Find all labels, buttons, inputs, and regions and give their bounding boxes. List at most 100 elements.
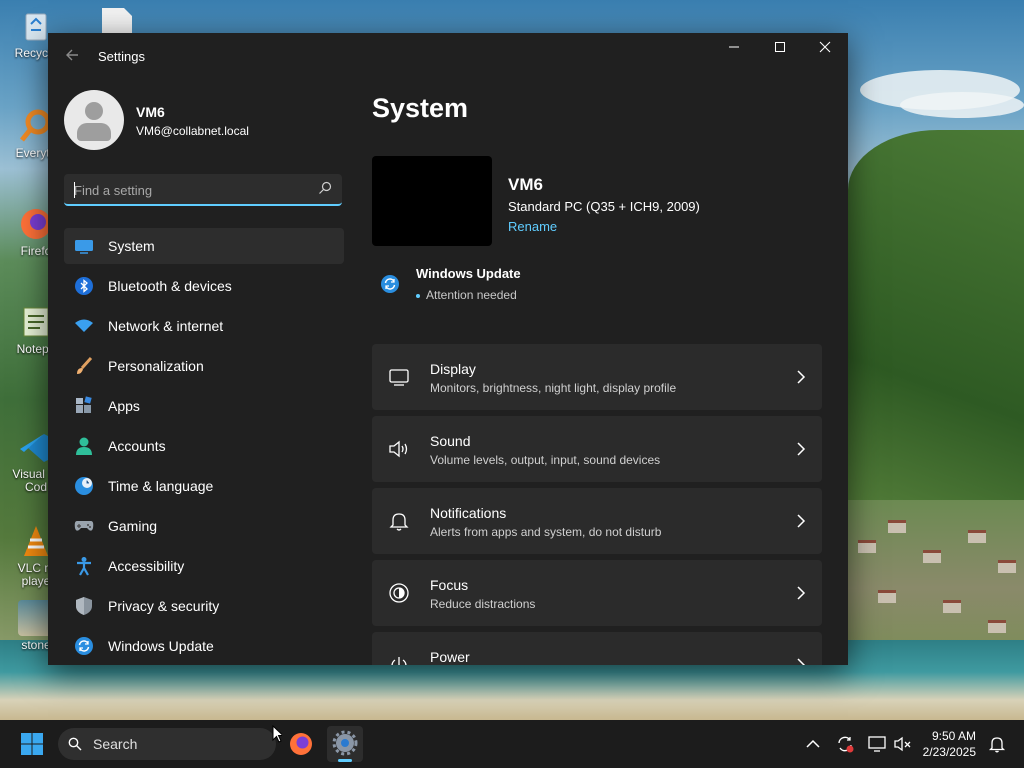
sidebar-item-label: Network & internet bbox=[108, 318, 224, 334]
sidebar-item-network[interactable]: Network & internet bbox=[64, 308, 344, 344]
chevron-right-icon bbox=[797, 658, 806, 665]
taskbar-search-label: Search bbox=[93, 736, 138, 752]
sidebar-item-label: System bbox=[108, 238, 155, 254]
status-dot bbox=[416, 293, 420, 298]
windows-update-icon[interactable] bbox=[380, 274, 400, 294]
minimize-button[interactable] bbox=[711, 33, 757, 65]
sidebar-item-label: Accounts bbox=[108, 438, 166, 454]
card-sound[interactable]: Sound Volume levels, output, input, soun… bbox=[372, 416, 822, 482]
sidebar-item-personalization[interactable]: Personalization bbox=[64, 348, 344, 384]
update-pending-icon[interactable] bbox=[835, 734, 855, 754]
focus-icon bbox=[389, 583, 409, 603]
sidebar-item-label: Bluetooth & devices bbox=[108, 278, 232, 294]
card-notifications[interactable]: Notifications Alerts from apps and syste… bbox=[372, 488, 822, 554]
power-icon bbox=[391, 657, 407, 665]
speaker-muted-icon[interactable] bbox=[893, 734, 913, 754]
sidebar-item-accessibility[interactable]: Accessibility bbox=[64, 548, 344, 584]
accessibility-icon bbox=[74, 556, 94, 576]
card-subtitle: Alerts from apps and system, do not dist… bbox=[430, 525, 662, 539]
user-name: VM6 bbox=[136, 104, 165, 120]
search-icon[interactable] bbox=[318, 181, 332, 195]
sidebar-item-label: Privacy & security bbox=[108, 598, 220, 614]
avatar bbox=[64, 90, 124, 150]
card-display[interactable]: Display Monitors, brightness, night ligh… bbox=[372, 344, 822, 410]
settings-card-list: Display Monitors, brightness, night ligh… bbox=[372, 344, 822, 665]
card-subtitle: Volume levels, output, input, sound devi… bbox=[430, 453, 661, 467]
sidebar-item-label: Windows Update bbox=[108, 638, 214, 654]
chevron-right-icon bbox=[797, 514, 806, 528]
chevron-right-icon bbox=[797, 586, 806, 600]
device-name: VM6 bbox=[508, 175, 543, 194]
find-setting-search[interactable] bbox=[64, 174, 342, 206]
sidebar-item-label: Apps bbox=[108, 398, 140, 414]
paintbrush-icon bbox=[74, 356, 94, 376]
card-power[interactable]: Power bbox=[372, 632, 822, 665]
clock-time: 9:50 AM bbox=[931, 729, 976, 743]
sidebar-item-label: Time & language bbox=[108, 478, 214, 494]
sidebar-item-bluetooth[interactable]: Bluetooth & devices bbox=[64, 268, 344, 304]
desktop-icon-file[interactable] bbox=[100, 8, 134, 33]
sidebar-item-label: Gaming bbox=[108, 518, 158, 534]
person-icon bbox=[74, 436, 94, 456]
back-arrow-icon[interactable] bbox=[62, 47, 82, 67]
taskbar-search[interactable]: Search bbox=[58, 728, 276, 760]
close-button[interactable] bbox=[802, 33, 848, 65]
card-title: Focus bbox=[430, 577, 469, 593]
sidebar-item-privacy-security[interactable]: Privacy & security bbox=[64, 588, 344, 624]
sidebar-item-label: Personalization bbox=[108, 358, 204, 374]
sync-icon bbox=[74, 636, 94, 656]
taskbar-settings[interactable] bbox=[327, 726, 363, 762]
card-title: Notifications bbox=[430, 505, 507, 521]
text-caret bbox=[74, 182, 75, 198]
window-title: Settings bbox=[98, 49, 145, 64]
file-icon bbox=[102, 8, 132, 33]
speaker-icon bbox=[389, 440, 408, 458]
close-icon bbox=[819, 41, 831, 53]
notification-bell-icon[interactable] bbox=[987, 734, 1007, 754]
sidebar-item-gaming[interactable]: Gaming bbox=[64, 508, 344, 544]
title-bar: Settings bbox=[48, 33, 848, 81]
page-title: System bbox=[372, 93, 469, 123]
search-icon bbox=[68, 737, 82, 751]
apps-icon bbox=[74, 396, 94, 416]
sidebar-item-accounts[interactable]: Accounts bbox=[64, 428, 344, 464]
taskbar-firefox[interactable] bbox=[283, 726, 319, 762]
clock-date: 2/23/2025 bbox=[922, 745, 976, 759]
sidebar-item-time-language[interactable]: Time & language bbox=[64, 468, 344, 504]
system-clock[interactable]: 9:50 AM 2/23/2025 bbox=[923, 728, 976, 760]
windows-update-status-text: Attention needed bbox=[426, 288, 517, 302]
card-subtitle: Monitors, brightness, night light, displ… bbox=[430, 381, 677, 395]
wifi-icon bbox=[74, 316, 94, 336]
network-icon[interactable] bbox=[867, 734, 887, 754]
settings-window: Settings VM6 VM6@collabnet.local System … bbox=[48, 33, 848, 665]
shield-icon bbox=[74, 596, 94, 616]
sidebar-item-system[interactable]: System bbox=[64, 228, 344, 264]
gear-icon bbox=[332, 730, 358, 756]
windows-update-title[interactable]: Windows Update bbox=[416, 266, 521, 281]
card-title: Display bbox=[430, 361, 476, 377]
bluetooth-icon bbox=[74, 276, 94, 296]
maximize-button[interactable] bbox=[757, 33, 803, 65]
desktop-icon-label: stone bbox=[21, 638, 51, 652]
taskbar: Search 9:50 AM 2/23/2025 bbox=[0, 720, 1024, 768]
monitor-icon bbox=[389, 369, 409, 386]
gamepad-icon bbox=[74, 516, 94, 536]
card-subtitle: Reduce distractions bbox=[430, 597, 536, 611]
sidebar-item-apps[interactable]: Apps bbox=[64, 388, 344, 424]
windows-start-icon[interactable] bbox=[21, 733, 43, 755]
card-title: Power bbox=[430, 649, 470, 665]
sidebar-nav: System Bluetooth & devices Network & int… bbox=[64, 228, 344, 665]
system-display-icon bbox=[74, 236, 94, 256]
chevron-up-icon[interactable] bbox=[803, 734, 823, 754]
search-input[interactable] bbox=[72, 179, 306, 201]
device-thumbnail bbox=[372, 156, 492, 246]
sidebar-item-label: Accessibility bbox=[108, 558, 185, 574]
rename-link[interactable]: Rename bbox=[508, 219, 557, 234]
mouse-cursor-icon bbox=[272, 725, 282, 743]
card-focus[interactable]: Focus Reduce distractions bbox=[372, 560, 822, 626]
bell-icon bbox=[389, 513, 409, 531]
firefox-icon bbox=[290, 733, 312, 755]
main-content: System VM6 Standard PC (Q35 + ICH9, 2009… bbox=[372, 81, 848, 665]
sidebar-item-windows-update[interactable]: Windows Update bbox=[64, 628, 344, 664]
device-model: Standard PC (Q35 + ICH9, 2009) bbox=[508, 199, 700, 214]
